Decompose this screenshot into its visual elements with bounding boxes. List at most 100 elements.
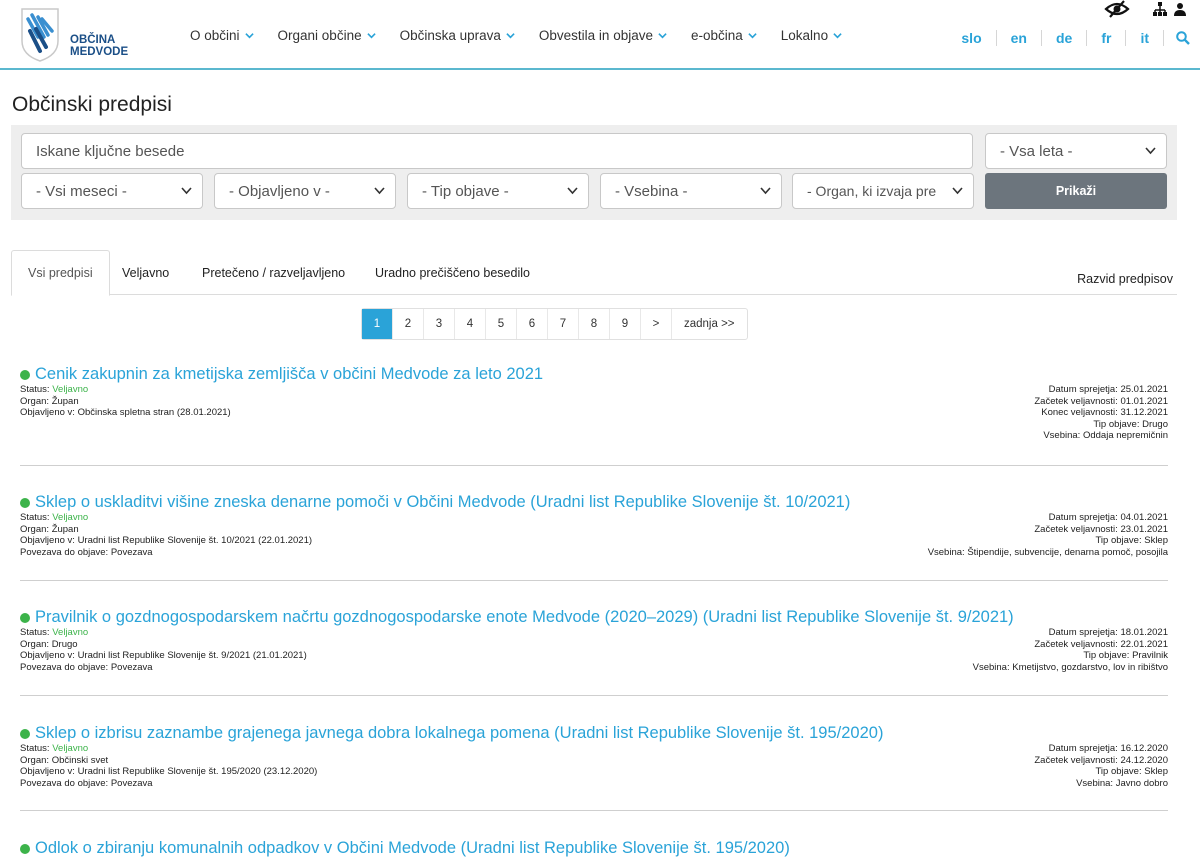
link-label: Povezava do objave: [20, 546, 109, 558]
page-6[interactable]: 6 [517, 309, 548, 339]
published-value: Občinska spletna stran (28.01.2021) [77, 407, 231, 418]
month-select[interactable]: - Vsi meseci - [21, 173, 203, 209]
regulation-title[interactable]: Cenik zakupnin za kmetijska zemljišča v … [20, 365, 1168, 384]
keywords-input[interactable]: Iskane ključne besede [21, 133, 973, 169]
adopted-label: Datum sprejetja: [1048, 743, 1118, 754]
page-3[interactable]: 3 [424, 309, 455, 339]
organ-select[interactable]: - Organ, ki izvaja pre [792, 173, 974, 209]
year-select[interactable]: - Vsa leta - [985, 133, 1167, 169]
regulation-title-text: Sklep o uskladitvi višine zneska denarne… [35, 493, 851, 511]
page-8[interactable]: 8 [579, 309, 610, 339]
published-label: Objavljeno v: [20, 766, 75, 777]
content-select-value: - Vsebina - [615, 182, 688, 200]
valid-from-label: Začetek veljavnosti: [1034, 638, 1118, 650]
page-5[interactable]: 5 [486, 309, 517, 339]
nav-item-obvestila[interactable]: Obvestila in objave [539, 28, 667, 43]
logo-text[interactable]: OBČINA MEDVODE [70, 34, 128, 58]
nav-label: Občinska uprava [399, 28, 501, 43]
regulation-title[interactable]: Pravilnik o gozdnogospodarskem načrtu go… [20, 608, 1168, 627]
regulation-title-text: Sklep o izbrisu zaznambe grajenega javne… [35, 724, 884, 742]
organ-value: Občinski svet [51, 754, 109, 766]
keywords-placeholder: Iskane ključne besede [36, 142, 185, 160]
lang-slo[interactable]: slo [961, 30, 997, 46]
type-value: Pravilnik [1132, 650, 1168, 661]
regulation-title[interactable]: Odlok o zbiranju komunalnih odpadkov v O… [20, 839, 1168, 858]
regulations-register-link[interactable]: Razvid predpisov [1077, 272, 1173, 286]
nav-item-e-obcina[interactable]: e-občina [691, 28, 757, 43]
lang-de[interactable]: de [1042, 30, 1088, 46]
page-9[interactable]: 9 [610, 309, 641, 339]
sitemap-icon[interactable] [1152, 1, 1168, 17]
adopted-line: Datum sprejetja: 25.01.2021 [1034, 384, 1168, 396]
nav-label: Organi občine [277, 28, 362, 43]
show-button[interactable]: Prikaži [985, 173, 1167, 209]
type-line: Tip objave: Pravilnik [973, 650, 1168, 662]
chevron-down-icon [1145, 147, 1156, 155]
content-line: Vsebina: Oddaja nepremičnin [1034, 430, 1168, 442]
type-select[interactable]: - Tip objave - [407, 173, 589, 209]
publication-link[interactable]: Povezava [111, 662, 153, 673]
published-in-select[interactable]: - Objavljeno v - [214, 173, 396, 209]
type-label: Tip objave: [1095, 535, 1142, 546]
valid-from-line: Začetek veljavnosti: 22.01.2021 [973, 639, 1168, 651]
publication-link[interactable]: Povezava [111, 547, 153, 558]
status-value: Veljavno [52, 384, 89, 395]
status-line: Status: Veljavno [20, 743, 1168, 755]
regulation-title[interactable]: Sklep o izbrisu zaznambe grajenega javne… [20, 724, 1168, 743]
valid-from-value: 23.01.2021 [1120, 523, 1168, 535]
status-dot-icon [20, 843, 30, 854]
organ-line: Organ: Občinski svet [20, 755, 1168, 767]
type-line: Tip objave: Sklep [928, 535, 1168, 547]
content-label: Vsebina: [1043, 430, 1081, 441]
page-7[interactable]: 7 [548, 309, 579, 339]
content-label: Vsebina: [972, 661, 1010, 673]
nav-label: Lokalno [780, 28, 829, 43]
page-title: Občinski predpisi [12, 93, 172, 116]
link-label: Povezava do objave: [20, 661, 109, 673]
tab-all-regulations[interactable]: Vsi predpisi [11, 250, 110, 296]
adopted-value: 25.01.2021 [1120, 384, 1168, 395]
lang-it[interactable]: it [1126, 30, 1164, 46]
accessibility-eye-icon[interactable] [1104, 0, 1130, 18]
filter-panel: Iskane ključne besede - Vsa leta - - Vsi… [11, 125, 1177, 220]
page-1[interactable]: 1 [362, 309, 393, 339]
user-icon[interactable] [1174, 2, 1186, 16]
lang-fr[interactable]: fr [1087, 30, 1127, 46]
tab-valid[interactable]: Veljavno [122, 250, 169, 295]
page-2[interactable]: 2 [393, 309, 424, 339]
chevron-down-icon [748, 33, 757, 39]
nav-item-obcinska-uprava[interactable]: Občinska uprava [400, 28, 515, 43]
next-page[interactable]: > [641, 309, 672, 339]
valid-from-label: Začetek veljavnosti: [1034, 523, 1118, 535]
lang-en[interactable]: en [997, 30, 1042, 46]
logo-line-1: OBČINA [70, 34, 116, 46]
nav-item-organi-obcine[interactable]: Organi občine [278, 28, 376, 43]
valid-from-line: Začetek veljavnosti: 01.01.2021 [1034, 396, 1168, 408]
status-label: Status: [20, 743, 50, 754]
type-label: Tip objave: [1093, 418, 1140, 430]
nav-item-lokalno[interactable]: Lokalno [781, 28, 842, 43]
status-dot-icon [20, 497, 30, 508]
regulation-title[interactable]: Sklep o uskladitvi višine zneska denarne… [20, 493, 1168, 512]
content-select[interactable]: - Vsebina - [600, 173, 782, 209]
tab-consolidated-text[interactable]: Uradno prečiščeno besedilo [375, 250, 530, 295]
regulation-title-text: Odlok o zbiranju komunalnih odpadkov v O… [35, 839, 790, 857]
status-label: Status: [20, 627, 50, 638]
search-icon[interactable] [1164, 31, 1190, 45]
type-line: Tip objave: Drugo [1034, 419, 1168, 431]
valid-from-label: Začetek veljavnosti: [1034, 395, 1118, 407]
status-dot-icon [20, 612, 30, 623]
publication-link[interactable]: Povezava [111, 778, 153, 789]
nav-item-o-obcini[interactable]: O občini [190, 28, 254, 43]
tab-expired[interactable]: Pretečeno / razveljavljeno [202, 250, 345, 295]
chevron-down-icon [374, 187, 385, 195]
status-value: Veljavno [52, 512, 89, 523]
chevron-down-icon [952, 187, 963, 195]
municipality-logo[interactable] [18, 7, 62, 63]
year-select-value: - Vsa leta - [1000, 142, 1073, 160]
last-page[interactable]: zadnja >> [672, 309, 747, 339]
page-4[interactable]: 4 [455, 309, 486, 339]
regulation-item: Sklep o uskladitvi višine zneska denarne… [20, 493, 1168, 581]
organ-line: Organ: Župan [20, 396, 1168, 408]
content-value: Javno dobro [1115, 777, 1168, 789]
